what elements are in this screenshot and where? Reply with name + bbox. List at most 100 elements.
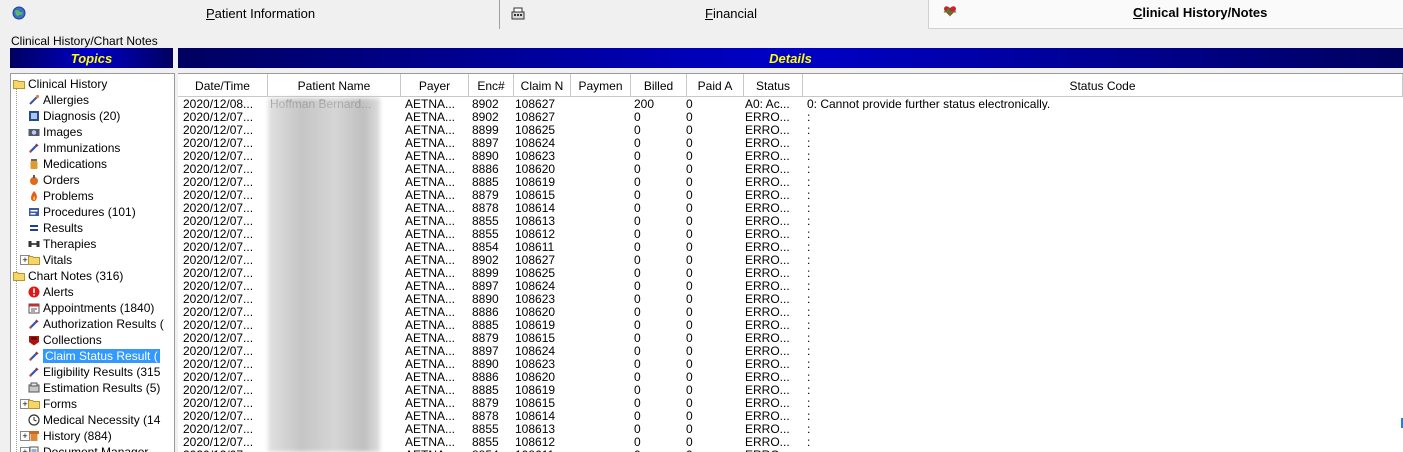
- tree-item-alerts[interactable]: Alerts: [28, 284, 74, 300]
- column-header-status[interactable]: Status: [744, 74, 803, 97]
- cell-date-time: 2020/12/07...: [183, 293, 254, 305]
- topics-header: Topics: [10, 48, 173, 68]
- heart-monitor-icon: [943, 6, 957, 17]
- cell-date-time: 2020/12/08...: [183, 98, 254, 110]
- tab-financial[interactable]: Financial: [499, 0, 926, 29]
- column-header-payment[interactable]: Paymen: [571, 74, 631, 97]
- column-header-billed[interactable]: Billed: [631, 74, 687, 97]
- tree-item-appointments[interactable]: Appointments (1840): [28, 300, 154, 316]
- tree-item-forms[interactable]: Forms: [28, 396, 77, 412]
- breadcrumb: Clinical History/Chart Notes: [11, 34, 158, 48]
- procedures-icon: [28, 206, 40, 218]
- tree-item-allergies[interactable]: Allergies: [28, 92, 89, 108]
- cell-claim-number: 108619: [515, 176, 556, 188]
- column-header-date-time[interactable]: Date/Time: [178, 74, 268, 97]
- cell-claim-number: 108615: [515, 189, 556, 201]
- tree-item-vitals[interactable]: Vitals: [28, 252, 72, 268]
- cell-status: ERRO...: [745, 371, 790, 383]
- cell-status: ERRO...: [745, 280, 790, 292]
- cell-billed: 0: [634, 358, 641, 370]
- cell-date-time: 2020/12/07...: [183, 254, 254, 266]
- column-header-paid-amount[interactable]: Paid A: [687, 74, 744, 97]
- cell-billed: 0: [634, 384, 641, 396]
- cell-billed: 0: [634, 163, 641, 175]
- cell-status: ERRO...: [745, 202, 790, 214]
- cell-payer: AETNA...: [405, 436, 456, 448]
- tree-item-label: Vitals: [43, 253, 73, 267]
- cell-billed: 0: [634, 215, 641, 227]
- cell-date-time: 2020/12/07...: [183, 111, 254, 123]
- cell-claim-number: 108611: [515, 241, 555, 253]
- cell-date-time: 2020/12/07...: [183, 189, 254, 201]
- tree-item-label: Results: [43, 221, 84, 235]
- cell-status: ERRO...: [745, 397, 790, 409]
- cell-paid-amount: 0: [686, 306, 693, 318]
- tree-item-authorization-results[interactable]: Authorization Results (: [28, 316, 164, 332]
- cell-status: ERRO...: [745, 358, 790, 370]
- cell-claim-number: 108620: [515, 306, 556, 318]
- column-header-status-code[interactable]: Status Code: [803, 74, 1403, 97]
- cell-enc-number: 8879: [472, 397, 499, 409]
- results-icon: [28, 222, 40, 234]
- clock-icon: [28, 414, 40, 426]
- cell-status: ERRO...: [745, 254, 790, 266]
- cell-payer: AETNA...: [405, 397, 456, 409]
- tree-item-history[interactable]: History (884): [28, 428, 112, 444]
- cell-paid-amount: 0: [686, 436, 693, 448]
- cell-paid-amount: 0: [686, 215, 693, 227]
- cell-billed: 0: [634, 319, 641, 331]
- tree-item-chart-notes[interactable]: Chart Notes (316): [13, 268, 123, 284]
- syringe-icon: [28, 366, 40, 378]
- tree-item-estimation-results[interactable]: Estimation Results (5): [28, 380, 160, 396]
- cell-status-code: :: [807, 332, 811, 344]
- cell-date-time: 2020/12/07...: [183, 150, 254, 162]
- tree-item-medical-necessity[interactable]: Medical Necessity (14: [28, 412, 160, 428]
- column-header-patient-name[interactable]: Patient Name: [268, 74, 401, 97]
- cell-date-time: 2020/12/07...: [183, 332, 254, 344]
- claim-status-grid[interactable]: Date/Time Patient Name Payer Enc# Claim N Pay…: [178, 73, 1403, 452]
- cell-enc-number: 8902: [472, 98, 499, 110]
- tree-item-claim-status-result[interactable]: Claim Status Result (: [28, 348, 160, 364]
- tree-item-results[interactable]: Results: [28, 220, 83, 236]
- appointment-icon: [28, 302, 40, 314]
- cash-register-icon: [511, 7, 525, 20]
- cell-billed: 0: [634, 332, 641, 344]
- cell-paid-amount: 0: [686, 124, 693, 136]
- cell-status: ERRO...: [745, 423, 790, 435]
- column-header-payer[interactable]: Payer: [401, 74, 469, 97]
- collections-icon: [28, 334, 40, 346]
- tree-item-problems[interactable]: Problems: [28, 188, 94, 204]
- tree-item-label: Medications: [43, 157, 108, 171]
- tree-item-collections[interactable]: Collections: [28, 332, 102, 348]
- tree-item-label: Images: [43, 125, 83, 139]
- cell-billed: 0: [634, 111, 641, 123]
- cell-billed: 0: [634, 241, 641, 253]
- tab-patient-information[interactable]: Patient Information: [0, 0, 497, 29]
- tree-item-orders[interactable]: Orders: [28, 172, 80, 188]
- tree-item-therapies[interactable]: Therapies: [28, 236, 96, 252]
- tree-item-images[interactable]: Images: [28, 124, 82, 140]
- cell-date-time: 2020/12/07...: [183, 371, 254, 383]
- cell-status-code: :: [807, 423, 811, 435]
- tree-item-clinical-history[interactable]: Clinical History: [13, 76, 107, 92]
- tab-patient-label: Patient Information: [206, 6, 316, 21]
- tree-line: [16, 88, 17, 282]
- cell-enc-number: 8897: [472, 280, 499, 292]
- cell-billed: 0: [634, 423, 641, 435]
- cell-status: ERRO...: [745, 306, 790, 318]
- column-header-enc-number[interactable]: Enc#: [469, 74, 514, 97]
- tree-item-procedures[interactable]: Procedures (101): [28, 204, 136, 220]
- tree-item-immunizations[interactable]: Immunizations: [28, 140, 120, 156]
- cell-status-code: :: [807, 137, 811, 149]
- column-header-claim-number[interactable]: Claim N: [514, 74, 571, 97]
- cell-billed: 0: [634, 137, 641, 149]
- camera-icon: [28, 126, 40, 138]
- topics-tree[interactable]: Clinical History Allergies Diagnosis (20) I…: [10, 73, 175, 452]
- cell-claim-number: 108613: [515, 423, 556, 435]
- tree-item-eligibility-results[interactable]: Eligibility Results (315: [28, 364, 160, 380]
- tab-clinical-history-notes[interactable]: Clinical History/Notes: [928, 0, 1403, 29]
- tree-item-diagnosis[interactable]: Diagnosis (20): [28, 108, 120, 124]
- tree-item-medications[interactable]: Medications: [28, 156, 107, 172]
- cell-status-code: :: [807, 345, 811, 357]
- tree-item-label: Therapies: [43, 237, 97, 251]
